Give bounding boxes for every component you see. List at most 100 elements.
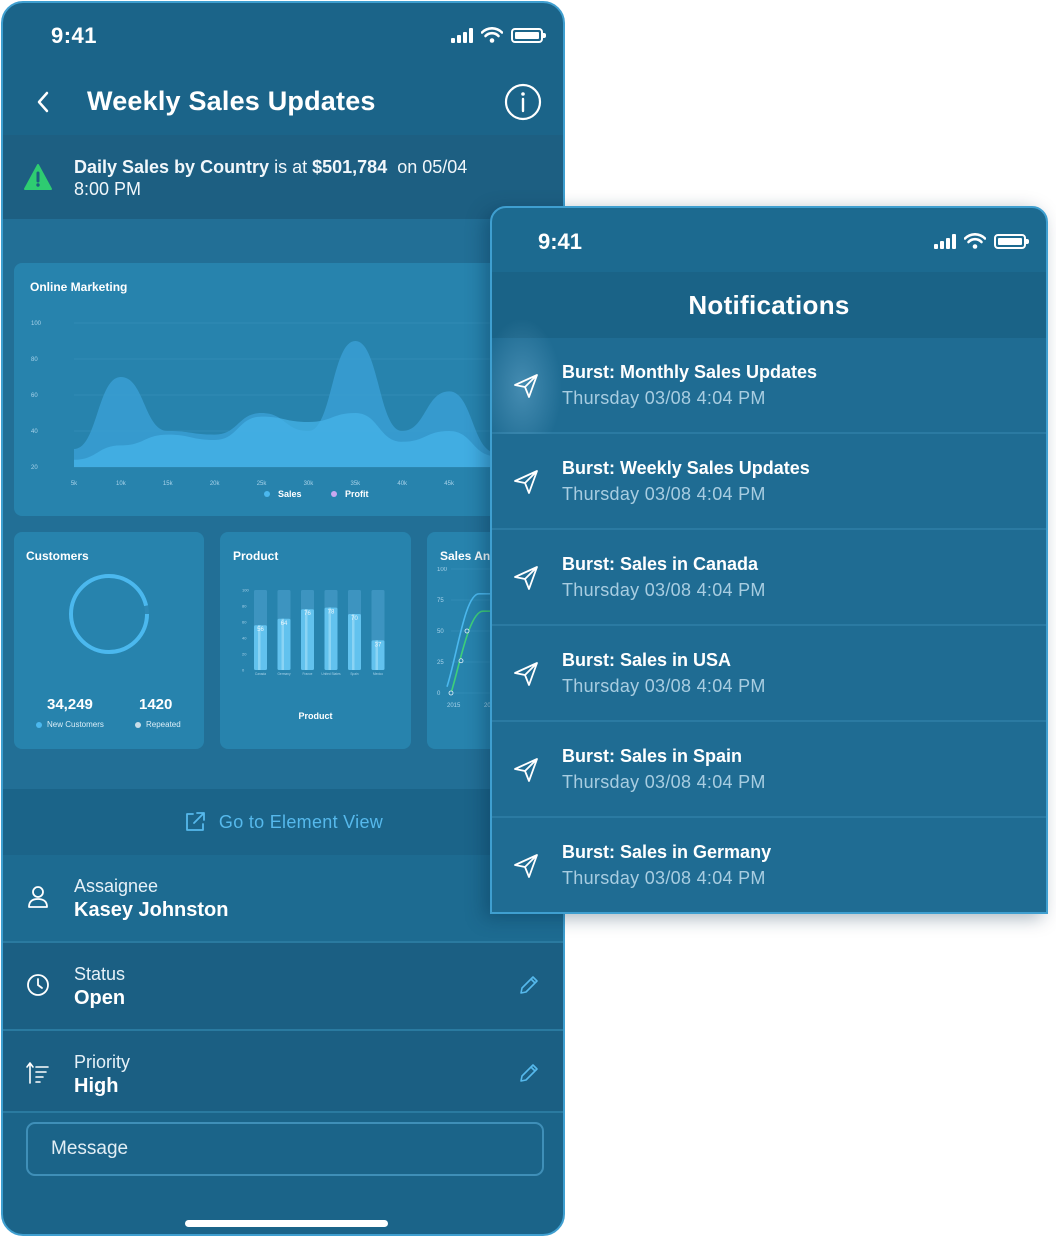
y-tick-label: 40: [31, 429, 38, 435]
status-icons: [451, 27, 546, 43]
alert-value: $501,784: [312, 157, 388, 177]
home-indicator[interactable]: [185, 1220, 388, 1227]
x-tick-label: Canada: [255, 672, 266, 676]
y-tick-label: 100: [31, 321, 42, 327]
product-title: Product: [233, 549, 279, 563]
alert-is-at: is at: [274, 157, 308, 177]
product-card[interactable]: Product 0 20 40 60 80 100 56 Canada 64 Germany 76 F…: [220, 532, 411, 749]
x-tick-label: 40k: [397, 481, 408, 487]
y-tick-label: 25: [437, 660, 444, 666]
notification-item[interactable]: Burst: Sales in Spain Thursday 03/08 4:0…: [492, 722, 1046, 818]
x-tick-label: 25k: [257, 481, 268, 487]
notifications-screen: 9:41 Notifications Burst: Monthly Sales …: [490, 206, 1048, 914]
assignee-field[interactable]: Assaignee Kasey Johnston: [3, 855, 563, 941]
x-tick-label: 2015: [447, 703, 461, 709]
paper-plane-icon: [514, 374, 538, 398]
bar-value-label: 56: [257, 627, 264, 633]
notification-time: Thursday 03/08 4:04 PM: [562, 772, 766, 792]
y-tick-label: 60: [31, 393, 38, 399]
notifications-title: Notifications: [688, 289, 850, 320]
wifi-icon: [964, 233, 986, 249]
bar-value-label: 64: [281, 621, 288, 627]
x-tick-label: 20k: [210, 481, 221, 487]
notification-item[interactable]: Burst: Sales in USA Thursday 03/08 4:04 …: [492, 626, 1046, 722]
notification-item[interactable]: Burst: Sales in Canada Thursday 03/08 4:…: [492, 530, 1046, 626]
priority-sort-icon: [26, 1062, 49, 1084]
x-tick-label: 30k: [304, 481, 315, 487]
bar-value-label: 70: [351, 616, 358, 622]
legend-profit: Profit: [331, 489, 369, 499]
bar-highlight: [328, 607, 331, 670]
edit-status-icon[interactable]: [517, 973, 541, 997]
back-button[interactable]: [29, 85, 59, 119]
status-time: 9:41: [51, 23, 98, 48]
y-tick-label: 50: [437, 629, 444, 635]
assignee-label: Assaignee: [74, 876, 159, 896]
bar-highlight: [305, 609, 308, 670]
paper-plane-icon: [514, 758, 538, 782]
signal-icon: [451, 27, 473, 43]
x-tick-label: 45k: [444, 481, 455, 487]
status-bar: 9:41: [3, 3, 563, 73]
notification-item[interactable]: Burst: Weekly Sales Updates Thursday 03/…: [492, 434, 1046, 530]
status-time: 9:41: [538, 229, 583, 254]
nav-bar: Weekly Sales Updates: [3, 73, 563, 135]
status-icons: [934, 233, 1029, 249]
y-tick-label: 75: [437, 598, 444, 604]
y-tick-label: 80: [242, 604, 247, 609]
message-input[interactable]: [26, 1122, 544, 1176]
edit-priority-icon[interactable]: [517, 1061, 541, 1085]
info-button[interactable]: [503, 82, 543, 122]
legend-sales: Sales: [264, 489, 302, 499]
status-value: Open: [74, 987, 126, 1009]
repeated-value: 1420: [139, 696, 173, 713]
y-tick-label: 60: [242, 620, 247, 625]
data-point: [464, 628, 470, 634]
signal-icon: [934, 233, 956, 249]
divider: [3, 1111, 563, 1113]
notification-title: Burst: Sales in Germany: [562, 842, 772, 862]
y-tick-label: 20: [242, 652, 247, 657]
dashboard-preview[interactable]: Online Marketing 20 40 60 80 100 5k 10k 15k 20k 2…: [3, 219, 563, 789]
notification-title: Burst: Sales in Canada: [562, 554, 759, 574]
bar-value-label: 76: [304, 611, 311, 617]
notifications-list: Burst: Monthly Sales Updates Thursday 03…: [492, 318, 1046, 912]
x-tick-label: Spain: [350, 672, 358, 676]
online-marketing-chart: 204060801005k10k15k20k25k30k35k40k45k50k: [31, 321, 502, 487]
y-tick-label: 0: [242, 668, 245, 673]
notifications-header: Notifications: [492, 272, 1046, 338]
notification-time: Thursday 03/08 4:04 PM: [562, 580, 766, 600]
alert-banner[interactable]: Daily Sales by Country is at $501,784 on…: [3, 135, 563, 219]
go-to-element-view-label: Go to Element View: [218, 811, 384, 832]
online-marketing-card[interactable]: Online Marketing 20 40 60 80 100 5k 10k 15k 20k 2…: [14, 263, 514, 516]
legend-profit-dot: [331, 491, 337, 497]
status-label: Status: [74, 964, 126, 984]
warning-icon: [24, 164, 52, 190]
x-tick-label: Germany: [277, 672, 291, 676]
priority-field[interactable]: Priority High: [3, 1031, 563, 1111]
alert-metric: Daily Sales by Country: [74, 157, 270, 177]
data-point: [458, 658, 464, 664]
data-point: [448, 690, 454, 696]
notification-title: Burst: Monthly Sales Updates: [562, 362, 818, 382]
y-tick-label: 40: [242, 636, 247, 641]
notification-title: Burst: Sales in USA: [562, 650, 732, 670]
go-to-element-view-button[interactable]: Go to Element View: [3, 789, 563, 855]
y-tick-label: 0: [437, 691, 441, 697]
paper-plane-icon: [514, 566, 538, 590]
x-tick-label: 15k: [163, 481, 174, 487]
customers-card[interactable]: Customers 34,249 New Customers 1420 Repe…: [14, 532, 204, 749]
y-tick-label: 20: [31, 465, 38, 471]
repeated-dot: [135, 721, 141, 728]
bar-value-label: 37: [375, 642, 382, 648]
notification-item[interactable]: Burst: Sales in Germany Thursday 03/08 4…: [492, 818, 1046, 912]
alert-date: on 05/04: [397, 157, 468, 177]
notification-time: Thursday 03/08 4:04 PM: [562, 868, 766, 888]
battery-icon: [994, 233, 1029, 249]
user-icon: [28, 886, 48, 908]
bar-value-label: 78: [328, 610, 335, 616]
status-field[interactable]: Status Open: [3, 943, 563, 1029]
x-tick-label: 10k: [116, 481, 127, 487]
notification-item[interactable]: Burst: Monthly Sales Updates Thursday 03…: [492, 318, 1046, 458]
customers-donut: [69, 574, 149, 654]
